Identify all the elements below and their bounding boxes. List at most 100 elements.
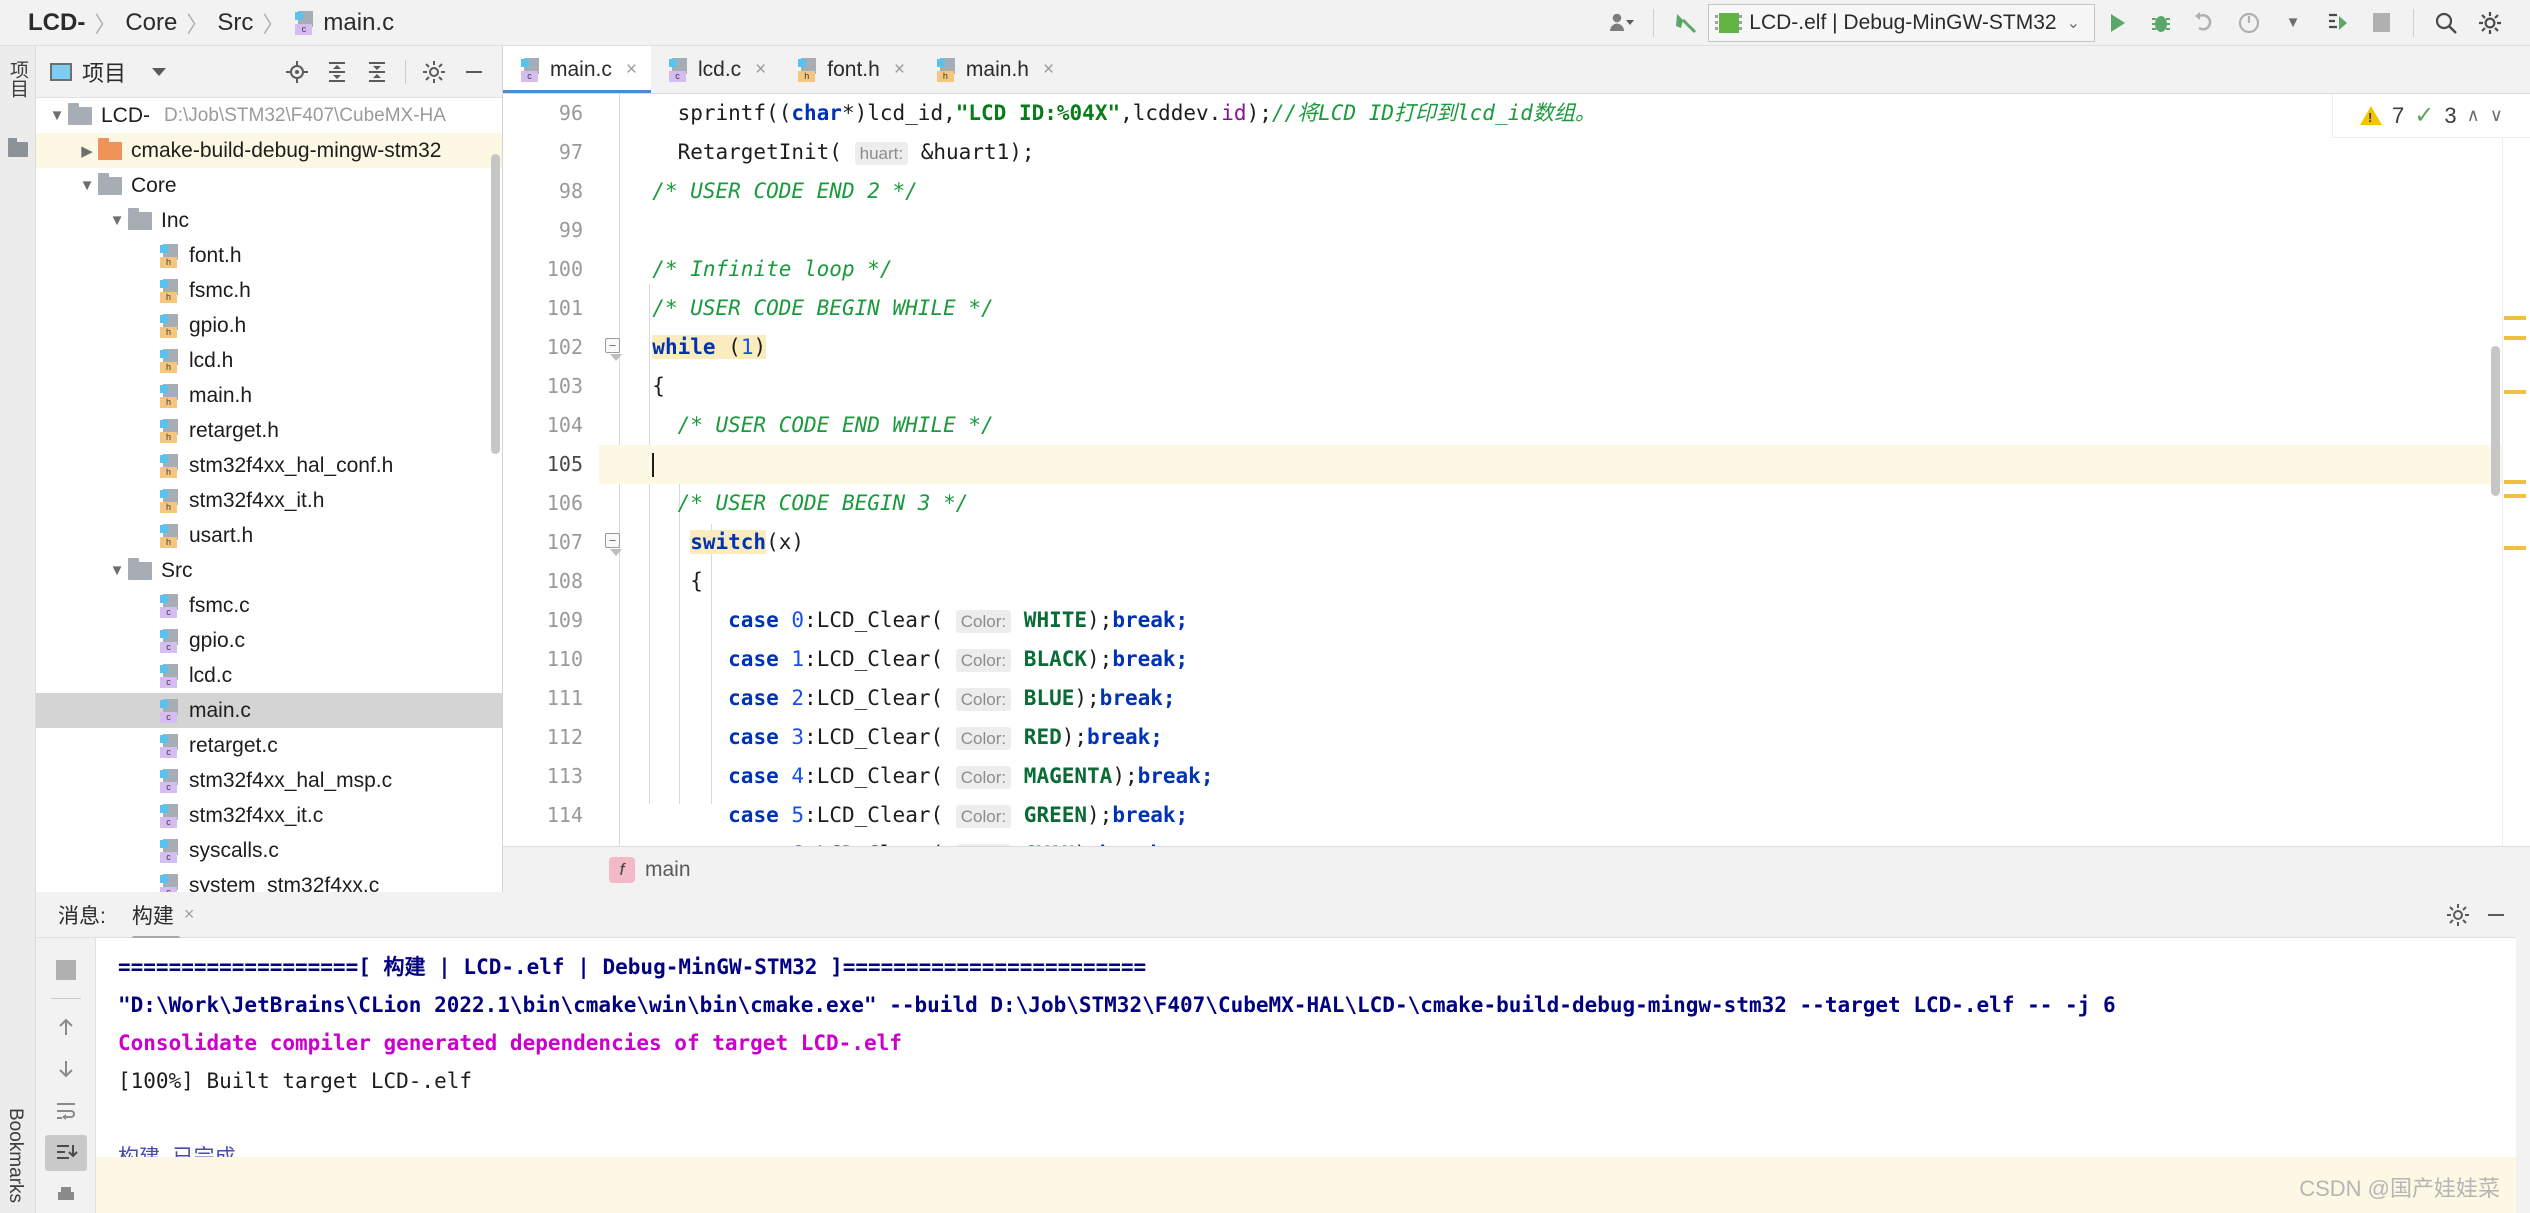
fold-area[interactable]: − (599, 523, 627, 562)
tree-item-stm32f4xx_it-c[interactable]: cstm32f4xx_it.c (36, 798, 502, 833)
tree-item-fsmc-c[interactable]: cfsmc.c (36, 588, 502, 623)
gear-icon[interactable] (416, 55, 452, 89)
tree-item-Inc[interactable]: ▼Inc (36, 203, 502, 238)
editor-tab-font-h[interactable]: hfont.h× (780, 46, 919, 93)
project-tree-scrollbar[interactable] (491, 154, 500, 454)
scroll-to-end-icon[interactable] (45, 1135, 87, 1171)
tree-item-cmake-build-debug-mingw-stm32[interactable]: ▶cmake-build-debug-mingw-stm32 (36, 133, 502, 168)
minimize-icon[interactable] (2484, 903, 2508, 927)
marker-warning[interactable] (2504, 494, 2526, 498)
code-line[interactable]: 97 RetargetInit( huart: &huart1); (503, 133, 2530, 172)
editor-breadcrumb[interactable]: f main (503, 846, 2530, 892)
tree-item-font-h[interactable]: hfont.h (36, 238, 502, 273)
print-icon[interactable] (45, 1177, 87, 1213)
editor-inspection-status[interactable]: 7 ✓ 3 ∧ ∨ (2332, 94, 2530, 138)
project-tree[interactable]: ▼LCD-D:\Job\STM32\F407\CubeMX-HA▶cmake-b… (36, 98, 502, 892)
editor-scrollbar[interactable] (2491, 346, 2500, 496)
tree-item-LCD-[interactable]: ▼LCD-D:\Job\STM32\F407\CubeMX-HA (36, 98, 502, 133)
profile-icon[interactable] (2227, 3, 2271, 43)
code-line[interactable]: 109 case 0:LCD_Clear( Color: WHITE);brea… (503, 601, 2530, 640)
sidebar-tab-project[interactable]: 项目 (4, 60, 31, 98)
chevron-down-icon[interactable]: ▼ (76, 175, 98, 197)
tree-item-retarget-h[interactable]: hretarget.h (36, 413, 502, 448)
tree-item-main-h[interactable]: hmain.h (36, 378, 502, 413)
chevron-down-icon[interactable]: ∨ (2490, 105, 2503, 126)
prev-occurrence-icon[interactable] (45, 1009, 87, 1045)
minimize-icon[interactable] (456, 55, 492, 89)
code-line[interactable]: 102 − while (1) (503, 328, 2530, 367)
tree-item-retarget-c[interactable]: cretarget.c (36, 728, 502, 763)
editor-tab-main-h[interactable]: hmain.h× (919, 46, 1068, 93)
tree-item-lcd-c[interactable]: clcd.c (36, 658, 502, 693)
code-line[interactable]: 106 /* USER CODE BEGIN 3 */ (503, 484, 2530, 523)
code-line[interactable]: 99 (503, 211, 2530, 250)
coverage-icon[interactable] (2315, 3, 2359, 43)
breadcrumb-item-src[interactable]: Src (211, 9, 259, 37)
close-icon[interactable]: × (626, 59, 637, 81)
close-icon[interactable]: × (184, 904, 195, 925)
stop-icon[interactable] (45, 952, 87, 988)
tree-item-usart-h[interactable]: husart.h (36, 518, 502, 553)
chevron-down-icon[interactable] (152, 68, 166, 76)
chevron-right-icon[interactable]: ▶ (76, 140, 98, 162)
chevron-down-icon[interactable]: ▼ (46, 105, 68, 127)
tree-item-gpio-c[interactable]: cgpio.c (36, 623, 502, 658)
collapse-all-icon[interactable] (359, 55, 395, 89)
editor-tab-lcd-c[interactable]: clcd.c× (651, 46, 780, 93)
fold-collapse-icon[interactable]: − (605, 533, 620, 548)
code-line[interactable]: 96 sprintf((char*)lcd_id,"LCD ID:%04X",l… (503, 94, 2530, 133)
tree-item-stm32f4xx_hal_msp-c[interactable]: cstm32f4xx_hal_msp.c (36, 763, 502, 798)
run-configuration-selector[interactable]: LCD-.elf | Debug-MinGW-STM32 ⌄ (1708, 4, 2095, 42)
code-line[interactable]: 114 case 5:LCD_Clear( Color: GREEN);brea… (503, 796, 2530, 835)
tree-item-lcd-h[interactable]: hlcd.h (36, 343, 502, 378)
code-line[interactable]: 98 /* USER CODE END 2 */ (503, 172, 2530, 211)
folder-icon[interactable] (8, 142, 28, 157)
breadcrumb-item-file[interactable]: c main.c (287, 9, 400, 37)
marker-warning[interactable] (2504, 480, 2526, 484)
tree-item-system_stm32f4xx-c[interactable]: csystem_stm32f4xx.c (36, 868, 502, 892)
soft-wrap-icon[interactable] (45, 1093, 87, 1129)
marker-warning[interactable] (2504, 546, 2526, 550)
debug-icon[interactable] (2139, 3, 2183, 43)
tree-item-stm32f4xx_hal_conf-h[interactable]: hstm32f4xx_hal_conf.h (36, 448, 502, 483)
code-line[interactable]: 110 case 1:LCD_Clear( Color: BLACK);brea… (503, 640, 2530, 679)
code-line-active[interactable]: 105 (503, 445, 2530, 484)
code-line[interactable]: 111 case 2:LCD_Clear( Color: BLUE);break… (503, 679, 2530, 718)
chevron-down-icon[interactable]: ▼ (106, 560, 128, 582)
breadcrumb-item-core[interactable]: Core (119, 9, 183, 37)
close-icon[interactable]: × (1043, 59, 1054, 81)
code-line[interactable]: 113 case 4:LCD_Clear( Color: MAGENTA);br… (503, 757, 2530, 796)
hammer-build-icon[interactable] (1664, 3, 1708, 43)
search-icon[interactable] (2424, 3, 2468, 43)
tab-build[interactable]: 构建 × (132, 900, 199, 930)
code-editor[interactable]: 96 sprintf((char*)lcd_id,"LCD ID:%04X",l… (503, 94, 2530, 846)
tree-item-fsmc-h[interactable]: hfsmc.h (36, 273, 502, 308)
code-line[interactable]: 103 { (503, 367, 2530, 406)
tree-item-Core[interactable]: ▼Core (36, 168, 502, 203)
code-line[interactable]: 115 case 6:LCD_Clear( Color: CYAN);break… (503, 835, 2530, 846)
tree-item-main-c[interactable]: cmain.c (36, 693, 502, 728)
code-line[interactable]: 104 /* USER CODE END WHILE */ (503, 406, 2530, 445)
tree-item-Src[interactable]: ▼Src (36, 553, 502, 588)
gear-icon[interactable] (2468, 3, 2512, 43)
run-icon[interactable] (2095, 3, 2139, 43)
stop-icon[interactable] (2359, 3, 2403, 43)
gear-icon[interactable] (2446, 903, 2470, 927)
editor-tab-main-c[interactable]: cmain.c× (503, 46, 651, 93)
marker-warning[interactable] (2504, 336, 2526, 340)
close-icon[interactable]: × (755, 59, 766, 81)
sidebar-tab-bookmarks[interactable]: Bookmarks (4, 1108, 26, 1203)
expand-all-icon[interactable] (319, 55, 355, 89)
code-line[interactable]: 108 { (503, 562, 2530, 601)
editor-marker-gutter[interactable] (2502, 138, 2530, 846)
attach-to-process-icon[interactable] (2183, 3, 2227, 43)
code-line[interactable]: 107 − switch(x) (503, 523, 2530, 562)
chevron-up-icon[interactable]: ∧ (2467, 105, 2480, 126)
fold-area[interactable]: − (599, 328, 627, 367)
close-icon[interactable]: × (894, 59, 905, 81)
code-line[interactable]: 100 /* Infinite loop */ (503, 250, 2530, 289)
code-line[interactable]: 112 case 3:LCD_Clear( Color: RED);break; (503, 718, 2530, 757)
tree-item-syscalls-c[interactable]: csyscalls.c (36, 833, 502, 868)
project-panel-title[interactable]: 项目 (50, 56, 166, 88)
tree-item-gpio-h[interactable]: hgpio.h (36, 308, 502, 343)
